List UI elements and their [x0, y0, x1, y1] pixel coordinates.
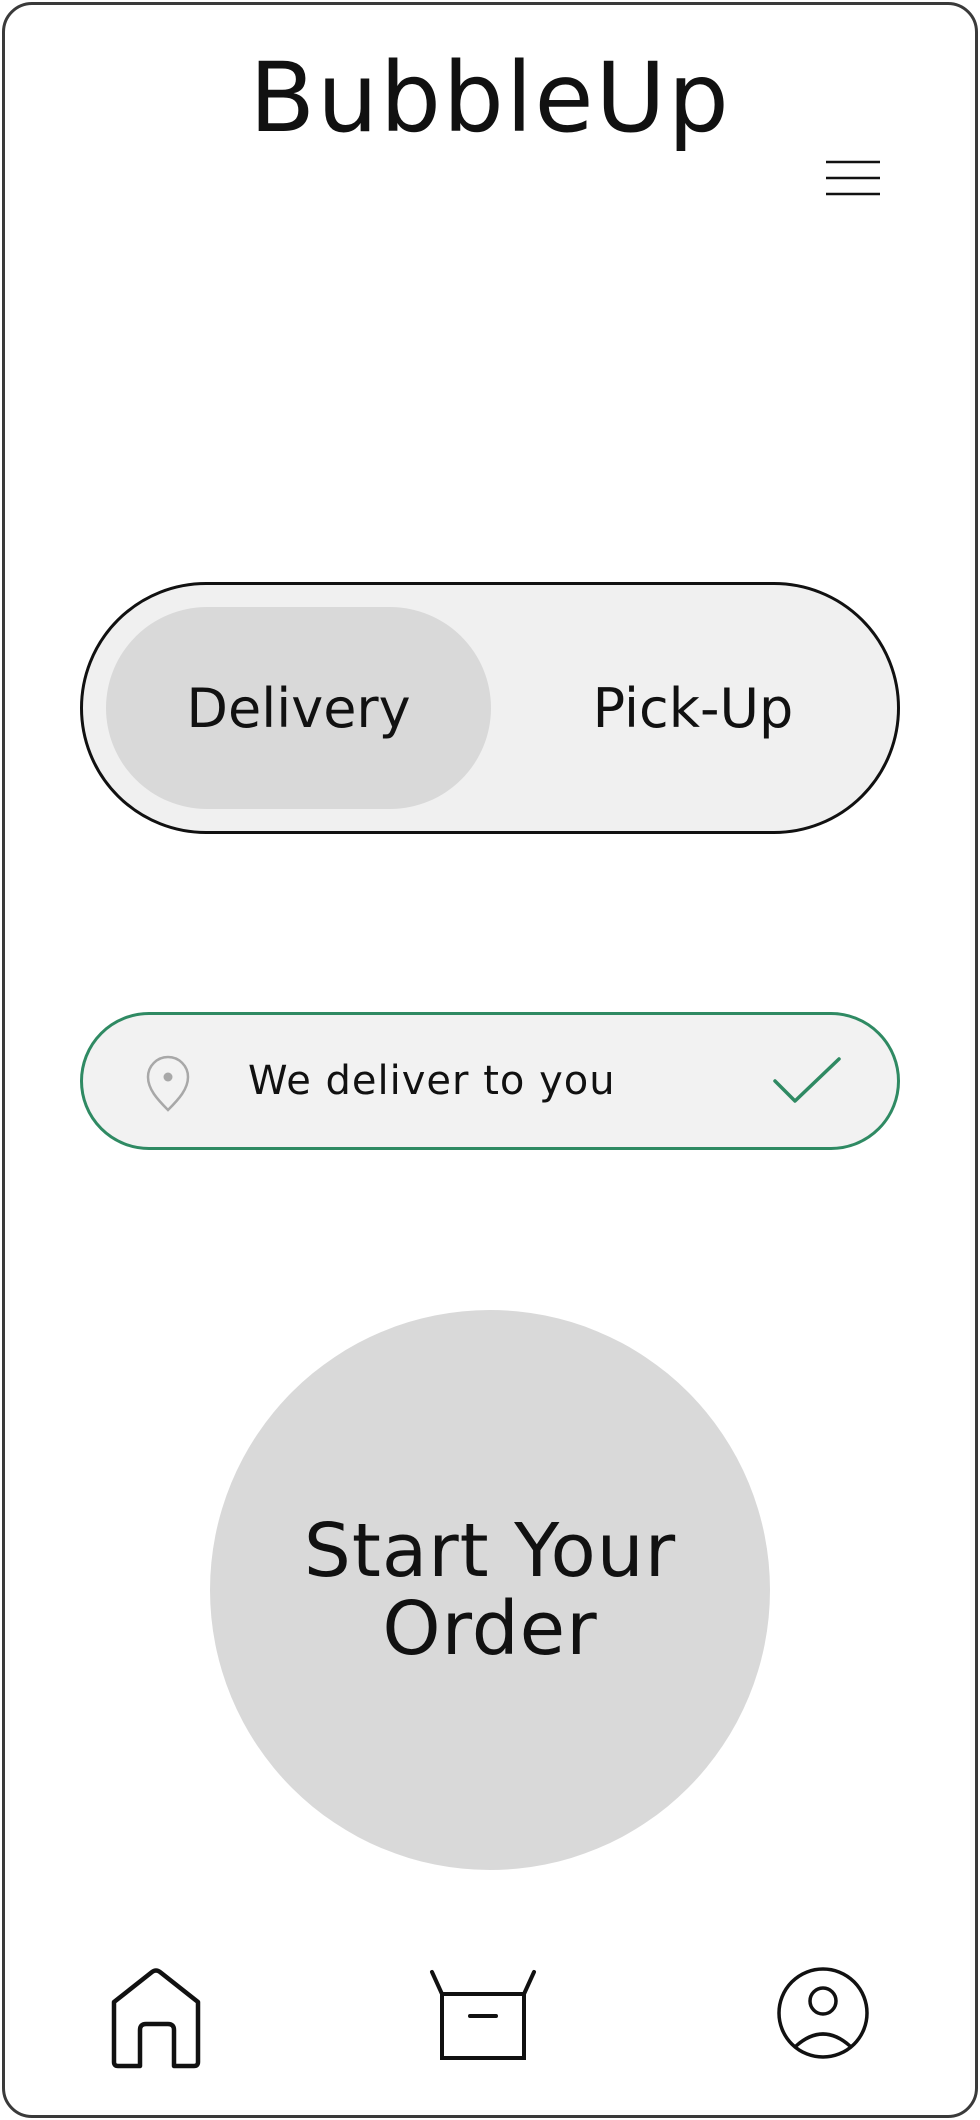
start-order-button[interactable]: Start Your Order [210, 1310, 770, 1870]
delivery-status-text: We deliver to you [248, 1058, 616, 1104]
checkmark-icon [773, 1057, 841, 1103]
box-icon [430, 1970, 536, 2060]
location-pin-icon [146, 1055, 190, 1112]
pickup-option[interactable]: Pick-Up [513, 607, 873, 809]
nav-orders-button[interactable] [428, 1964, 538, 2064]
start-order-label: Start Your Order [303, 1508, 677, 1672]
pickup-option-label: Pick-Up [592, 676, 794, 740]
nav-home-button[interactable] [108, 1966, 204, 2070]
app-title: BubbleUp [249, 42, 731, 154]
delivery-mode-toggle[interactable]: Delivery Pick-Up [80, 582, 900, 834]
home-icon [111, 1968, 201, 2069]
delivery-status-field[interactable]: We deliver to you [80, 1012, 900, 1150]
hamburger-menu-icon [826, 160, 880, 196]
menu-button[interactable] [820, 152, 886, 204]
delivery-option[interactable]: Delivery [106, 607, 491, 809]
delivery-option-label: Delivery [186, 676, 411, 740]
account-icon [777, 1967, 869, 2059]
nav-account-button[interactable] [776, 1966, 870, 2060]
